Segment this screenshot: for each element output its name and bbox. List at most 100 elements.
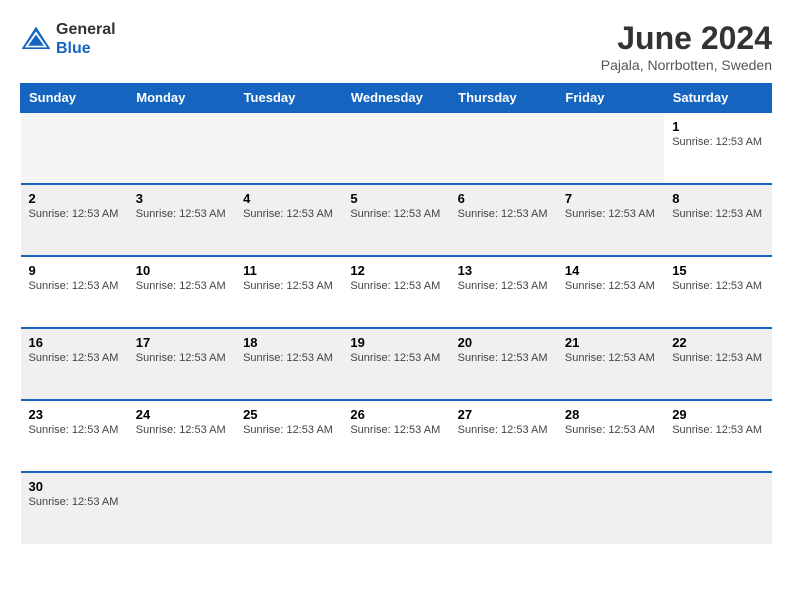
day-sunrise: Sunrise: 12:53 AM bbox=[672, 280, 763, 292]
day-sunrise: Sunrise: 12:53 AM bbox=[136, 280, 227, 292]
table-row: 16Sunrise: 12:53 AM bbox=[21, 328, 128, 400]
calendar-header-row: Sunday Monday Tuesday Wednesday Thursday… bbox=[21, 84, 772, 113]
day-sunrise: Sunrise: 12:53 AM bbox=[29, 208, 120, 220]
table-row bbox=[557, 472, 664, 544]
day-number: 23 bbox=[29, 407, 120, 422]
header-sunday: Sunday bbox=[21, 84, 128, 113]
calendar-week-row: 30 Sunrise: 12:53 AM bbox=[21, 472, 772, 544]
day-number: 14 bbox=[565, 263, 656, 278]
table-row bbox=[128, 472, 235, 544]
day-sunrise: Sunrise: 12:53 AM bbox=[136, 352, 227, 364]
day-sunrise: Sunrise: 12:53 AM bbox=[672, 352, 763, 364]
table-row bbox=[450, 112, 557, 184]
table-row: 29 Sunrise: 12:53 AM bbox=[664, 400, 771, 472]
day-sunrise: Sunrise: 12:53 AM bbox=[672, 424, 763, 436]
day-number: 13 bbox=[458, 263, 549, 278]
table-row: 9Sunrise: 12:53 AM bbox=[21, 256, 128, 328]
table-row bbox=[342, 472, 449, 544]
logo-text: General Blue bbox=[56, 20, 116, 58]
calendar-week-row: 1 Sunrise: 12:53 AM bbox=[21, 112, 772, 184]
day-sunrise: Sunrise: 12:53 AM bbox=[350, 280, 441, 292]
table-row: 13Sunrise: 12:53 AM bbox=[450, 256, 557, 328]
header-wednesday: Wednesday bbox=[342, 84, 449, 113]
month-title: June 2024 bbox=[601, 20, 772, 57]
calendar-week-row: 16Sunrise: 12:53 AM17Sunrise: 12:53 AM18… bbox=[21, 328, 772, 400]
calendar-week-row: 23Sunrise: 12:53 AM24Sunrise: 12:53 AM25… bbox=[21, 400, 772, 472]
table-row: 20Sunrise: 12:53 AM bbox=[450, 328, 557, 400]
table-row: 19Sunrise: 12:53 AM bbox=[342, 328, 449, 400]
day-number: 27 bbox=[458, 407, 549, 422]
day-sunrise: Sunrise: 12:53 AM bbox=[243, 208, 334, 220]
table-row: 14 Sunrise: 12:53 AM bbox=[557, 256, 664, 328]
day-number: 21 bbox=[565, 335, 656, 350]
day-sunrise: Sunrise: 12:53 AM bbox=[136, 424, 227, 436]
table-row: 22 Sunrise: 12:53 AM bbox=[664, 328, 771, 400]
day-number: 7 bbox=[565, 191, 656, 206]
header-friday: Friday bbox=[557, 84, 664, 113]
day-sunrise: Sunrise: 12:53 AM bbox=[672, 208, 763, 220]
table-row: 17 Sunrise: 12:53 AM bbox=[128, 328, 235, 400]
day-sunrise: Sunrise: 12:53 AM bbox=[672, 136, 763, 148]
table-row bbox=[557, 112, 664, 184]
day-number: 29 bbox=[672, 407, 763, 422]
table-row: 1 Sunrise: 12:53 AM bbox=[664, 112, 771, 184]
day-sunrise: Sunrise: 12:53 AM bbox=[350, 208, 441, 220]
table-row: 30 Sunrise: 12:53 AM bbox=[21, 472, 128, 544]
calendar-week-row: 2Sunrise: 12:53 AM3Sunrise: 12:53 AM4Sun… bbox=[21, 184, 772, 256]
header-thursday: Thursday bbox=[450, 84, 557, 113]
day-sunrise: Sunrise: 12:53 AM bbox=[458, 424, 549, 436]
header-monday: Monday bbox=[128, 84, 235, 113]
day-number: 10 bbox=[136, 263, 227, 278]
table-row: 25 Sunrise: 12:53 AM bbox=[235, 400, 342, 472]
title-block: June 2024 Pajala, Norrbotten, Sweden bbox=[601, 20, 772, 73]
day-number: 24 bbox=[136, 407, 227, 422]
day-sunrise: Sunrise: 12:53 AM bbox=[565, 352, 656, 364]
table-row: 24 Sunrise: 12:53 AM bbox=[128, 400, 235, 472]
table-row bbox=[664, 472, 771, 544]
day-sunrise: Sunrise: 12:53 AM bbox=[243, 424, 334, 436]
day-sunrise: Sunrise: 12:53 AM bbox=[350, 424, 441, 436]
day-number: 18 bbox=[243, 335, 334, 350]
day-number: 17 bbox=[136, 335, 227, 350]
day-sunrise: Sunrise: 12:53 AM bbox=[565, 280, 656, 292]
day-number: 6 bbox=[458, 191, 549, 206]
day-sunrise: Sunrise: 12:53 AM bbox=[29, 496, 120, 508]
table-row bbox=[128, 112, 235, 184]
day-number: 5 bbox=[350, 191, 441, 206]
table-row bbox=[235, 112, 342, 184]
header-saturday: Saturday bbox=[664, 84, 771, 113]
table-row: 2Sunrise: 12:53 AM bbox=[21, 184, 128, 256]
day-number: 22 bbox=[672, 335, 763, 350]
day-sunrise: Sunrise: 12:53 AM bbox=[136, 208, 227, 220]
table-row: 21 Sunrise: 12:53 AM bbox=[557, 328, 664, 400]
day-sunrise: Sunrise: 12:53 AM bbox=[29, 280, 120, 292]
table-row: 23 Sunrise: 12:53 AM bbox=[21, 400, 128, 472]
day-number: 1 bbox=[672, 119, 763, 134]
day-sunrise: Sunrise: 12:53 AM bbox=[29, 424, 120, 436]
day-number: 12 bbox=[350, 263, 441, 278]
table-row: 15 Sunrise: 12:53 AM bbox=[664, 256, 771, 328]
logo-icon bbox=[20, 25, 52, 53]
table-row: 28Sunrise: 12:53 AM bbox=[557, 400, 664, 472]
day-sunrise: Sunrise: 12:53 AM bbox=[458, 208, 549, 220]
table-row bbox=[235, 472, 342, 544]
day-number: 20 bbox=[458, 335, 549, 350]
day-number: 11 bbox=[243, 263, 334, 278]
day-sunrise: Sunrise: 12:53 AM bbox=[243, 352, 334, 364]
day-sunrise: Sunrise: 12:53 AM bbox=[565, 424, 656, 436]
table-row: 26Sunrise: 12:53 AM bbox=[342, 400, 449, 472]
table-row: 12 Sunrise: 12:53 AM bbox=[342, 256, 449, 328]
table-row: 10 Sunrise: 12:53 AM bbox=[128, 256, 235, 328]
day-number: 16 bbox=[29, 335, 120, 350]
table-row: 4Sunrise: 12:53 AM bbox=[235, 184, 342, 256]
table-row: 18 Sunrise: 12:53 AM bbox=[235, 328, 342, 400]
logo: General Blue bbox=[20, 20, 116, 58]
table-row bbox=[450, 472, 557, 544]
day-number: 15 bbox=[672, 263, 763, 278]
day-number: 25 bbox=[243, 407, 334, 422]
day-number: 30 bbox=[29, 479, 120, 494]
table-row: 3 Sunrise: 12:53 AM bbox=[128, 184, 235, 256]
day-number: 3 bbox=[136, 191, 227, 206]
page-header: General Blue June 2024 Pajala, Norrbotte… bbox=[20, 20, 772, 73]
table-row: 6 Sunrise: 12:53 AM bbox=[450, 184, 557, 256]
